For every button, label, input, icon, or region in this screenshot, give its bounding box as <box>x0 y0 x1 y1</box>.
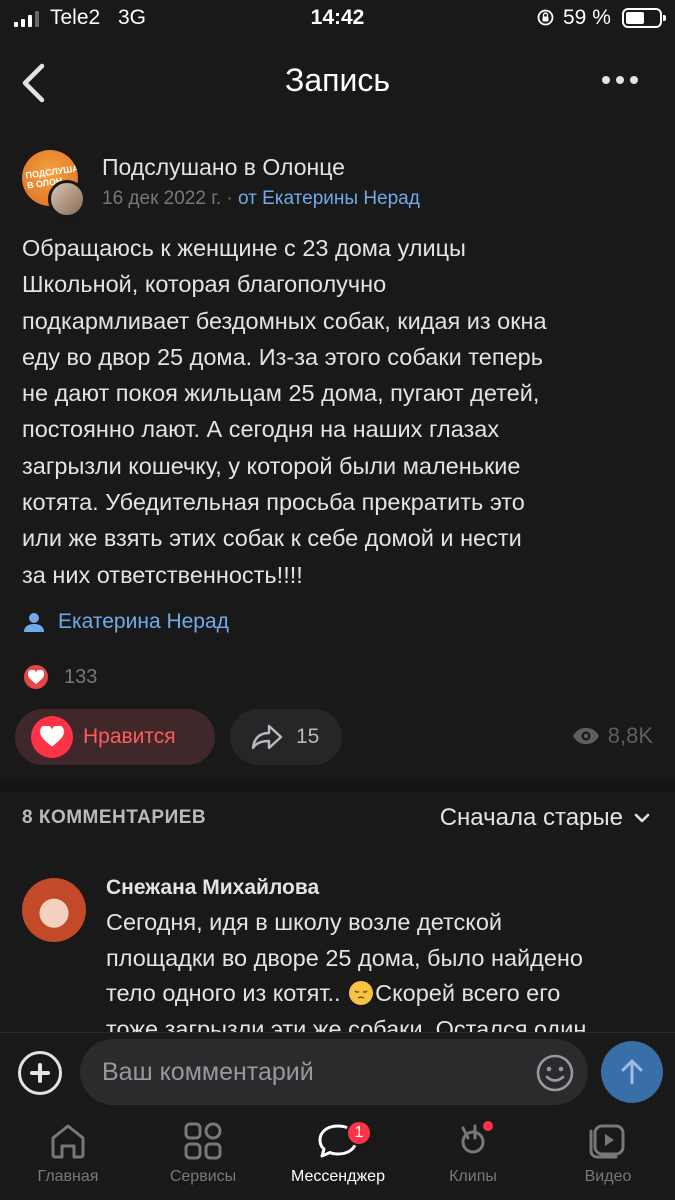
post-text: Обращаюсь к женщине с 23 дома улицы Школ… <box>22 230 662 593</box>
user-icon <box>24 613 44 632</box>
views-count: 8,8K <box>607 723 653 748</box>
comment-text-line: тоже загрызли эти же собаки. Остался оди… <box>106 1015 587 1033</box>
post-text-line: еду во двор 25 дома. Из-за этого собаки … <box>22 343 543 370</box>
post-text-line: котята. Убедительная просьба прекратить … <box>22 489 525 516</box>
new-content-dot <box>483 1121 493 1131</box>
services-icon <box>184 1122 222 1160</box>
tab-label: Видео <box>584 1168 632 1185</box>
post-text-line: загрызли кошечку, у которой были маленьк… <box>22 452 521 479</box>
comments-sort-dropdown[interactable]: Сначала старые <box>440 804 651 832</box>
like-button[interactable]: Нравится <box>15 709 215 765</box>
comment-author[interactable]: Снежана Михайлова <box>106 876 319 900</box>
post-text-line: или же взять этих собак к себе домой и н… <box>22 525 522 552</box>
comment-item[interactable]: Снежана Михайлова Сегодня, идя в школу в… <box>0 870 675 1032</box>
share-button[interactable]: 15 <box>230 709 342 765</box>
post-text-line: Школьной, которая благополучно <box>22 271 387 298</box>
tab-services[interactable]: Сервисы <box>143 1122 263 1186</box>
tab-clips[interactable]: Клипы <box>413 1121 533 1186</box>
comment-text: Сегодня, идя в школу возле детской площа… <box>106 905 656 1032</box>
comment-input-bar <box>0 1032 675 1110</box>
comment-text-fragment: тело одного из котят.. <box>106 980 341 1006</box>
emoji-button[interactable] <box>535 1053 575 1093</box>
battery-percent: 59 % <box>563 6 611 29</box>
tab-video[interactable]: Видео <box>548 1122 668 1186</box>
orientation-lock-icon <box>537 9 554 26</box>
post-text-line: не дают покоя жильцам 25 дома, пугают де… <box>22 380 540 407</box>
video-icon <box>589 1124 625 1159</box>
sort-label: Сначала старые <box>439 804 623 831</box>
pensive-emoji-icon <box>349 981 374 1005</box>
post-meta: 16 дек 2022 г. · от Екатерины Нерад <box>102 188 420 210</box>
comment-text-line: Сегодня, идя в школу возле детской <box>106 909 503 935</box>
like-button-label: Нравится <box>83 725 176 748</box>
post-text-line: Обращаюсь к женщине с 23 дома улицы <box>22 235 466 261</box>
likes-count: 133 <box>64 665 98 688</box>
post-text-line: за них ответственность!!!! <box>22 561 303 588</box>
tab-messenger[interactable]: 1 Мессенджер <box>278 1120 398 1186</box>
send-button[interactable] <box>601 1041 663 1103</box>
tab-bar: Главная Сервисы 1 Мессенджер Клипы Видео <box>0 1110 675 1200</box>
page-title: Запись <box>285 62 390 98</box>
tab-home[interactable]: Главная <box>8 1122 128 1186</box>
tab-label: Мессенджер <box>291 1168 385 1185</box>
status-bar: Tele2 3G 14:42 59 % <box>0 0 675 38</box>
comment-text-line: площадки во дворе 25 дома, было найдено <box>106 944 583 971</box>
eye-icon <box>572 728 599 744</box>
heart-icon <box>22 663 50 691</box>
tab-label: Главная <box>37 1168 99 1185</box>
post-date: 16 дек 2022 г. <box>102 188 222 209</box>
commenter-avatar[interactable] <box>22 878 86 942</box>
home-icon <box>51 1124 85 1159</box>
comment-text-line: тело одного из котят.. Скорей всего его <box>106 976 656 1012</box>
comment-text-fragment: Скорей всего его <box>375 980 561 1006</box>
comment-input[interactable] <box>80 1039 588 1105</box>
more-options-button[interactable] <box>602 76 638 88</box>
post-text-line: подкармливает бездомных собак, кидая из … <box>22 307 547 334</box>
comments-count: 8 КОММЕНТАРИЕВ <box>22 807 207 828</box>
meta-separator: · <box>226 188 233 209</box>
notification-badge: 1 <box>346 1120 372 1146</box>
post-from-link[interactable]: от Екатерины Нерад <box>238 188 420 209</box>
battery-icon <box>622 8 666 28</box>
tab-label: Клипы <box>449 1168 497 1185</box>
chevron-down-icon <box>634 813 650 823</box>
arrow-up-icon <box>621 1059 643 1085</box>
views-counter: 8,8K <box>572 723 653 749</box>
shares-count: 15 <box>296 725 320 748</box>
group-name[interactable]: Подслушано в Олонце <box>102 154 345 181</box>
likes-summary[interactable]: 133 <box>22 662 97 692</box>
tab-label: Сервисы <box>169 1168 237 1185</box>
section-divider <box>0 780 675 792</box>
signer-name[interactable]: Екатерина Нерад <box>58 610 229 634</box>
add-attachment-button[interactable] <box>18 1051 62 1095</box>
share-icon <box>251 724 283 750</box>
author-avatar[interactable] <box>48 180 86 218</box>
post-text-line: постоянно лают. А сегодня на наших глаза… <box>22 416 500 443</box>
heart-icon <box>31 716 73 758</box>
post-signer[interactable]: Екатерина Нерад <box>22 606 229 638</box>
